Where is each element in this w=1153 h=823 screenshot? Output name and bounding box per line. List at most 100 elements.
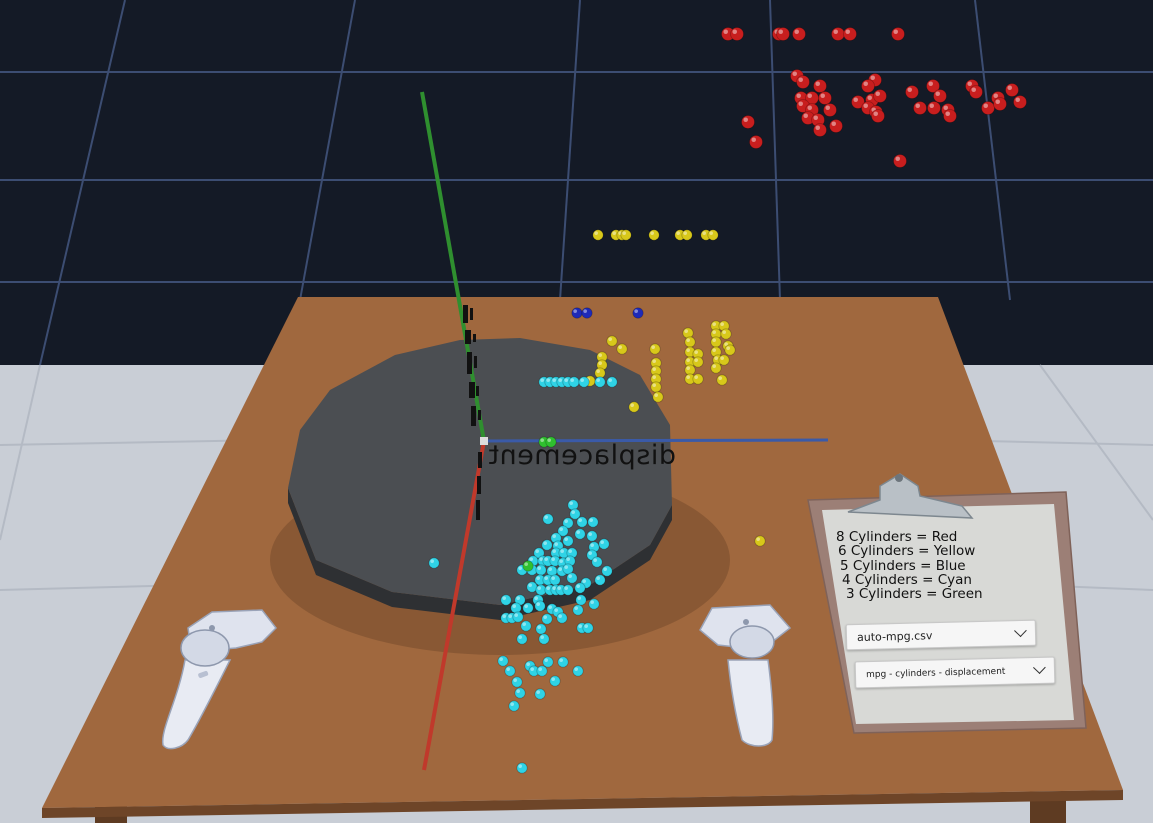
point-highlight xyxy=(516,689,520,693)
clipboard xyxy=(807,473,1087,734)
cyan-data-point xyxy=(566,572,578,584)
point-highlight xyxy=(499,657,503,661)
point-highlight xyxy=(568,574,572,578)
point-highlight xyxy=(588,532,592,536)
point-highlight xyxy=(590,600,594,604)
axes-dropdown[interactable]: mpg - cylinders - displacement xyxy=(854,656,1056,689)
point-highlight xyxy=(506,667,510,671)
point-highlight xyxy=(676,231,680,235)
cyan-data-point xyxy=(587,516,599,528)
point-highlight xyxy=(686,338,690,342)
point-highlight xyxy=(546,586,550,590)
point-highlight xyxy=(530,667,534,671)
point-highlight xyxy=(578,624,582,628)
point-highlight xyxy=(536,690,540,694)
point-highlight xyxy=(583,309,587,313)
point-highlight xyxy=(594,231,598,235)
dataset-dropdown[interactable]: auto-mpg.csv xyxy=(845,619,1037,651)
point-highlight xyxy=(552,549,556,553)
point-highlight xyxy=(694,358,698,362)
point-highlight xyxy=(544,557,548,561)
yellow-data-point xyxy=(652,391,664,403)
point-highlight xyxy=(537,625,541,629)
point-highlight xyxy=(558,567,562,571)
cyan-data-point xyxy=(568,376,580,388)
point-highlight xyxy=(714,356,718,360)
point-highlight xyxy=(502,614,506,618)
point-highlight xyxy=(570,378,574,382)
red-data-point xyxy=(861,79,875,93)
point-highlight xyxy=(853,97,858,102)
cyan-data-point xyxy=(576,516,588,528)
point-highlight xyxy=(870,75,875,80)
cyan-data-point xyxy=(497,655,509,667)
point-highlight xyxy=(915,103,920,108)
point-highlight xyxy=(935,91,940,96)
point-highlight xyxy=(807,93,812,98)
point-highlight xyxy=(508,614,512,618)
point-highlight xyxy=(574,606,578,610)
point-highlight xyxy=(537,566,541,570)
vr-scene xyxy=(0,0,1153,823)
point-highlight xyxy=(589,518,593,522)
point-highlight xyxy=(718,376,722,380)
yellow-data-point xyxy=(628,401,640,413)
legend-line-4-cylinders: 4 Cylinders = Cyan xyxy=(842,571,972,588)
legend-line-5-cylinders: 5 Cylinders = Blue xyxy=(840,557,966,574)
point-highlight xyxy=(943,105,948,110)
cyan-data-point xyxy=(572,665,584,677)
legend-line-6-cylinders: 6 Cylinders = Yellow xyxy=(838,543,976,560)
point-highlight xyxy=(559,527,563,531)
yellow-data-point xyxy=(616,343,628,355)
point-highlight xyxy=(983,103,988,108)
point-highlight xyxy=(929,103,934,108)
point-highlight xyxy=(652,383,656,387)
cyan-data-point xyxy=(606,376,618,388)
point-highlight xyxy=(743,117,748,122)
point-highlight xyxy=(732,29,737,34)
red-data-point xyxy=(831,27,845,41)
cyan-data-point xyxy=(549,675,561,687)
red-data-point xyxy=(829,119,843,133)
point-highlight xyxy=(584,624,588,628)
blue-data-point xyxy=(632,307,644,319)
point-highlight xyxy=(551,557,555,561)
point-highlight xyxy=(574,667,578,671)
yellow-data-point xyxy=(649,343,661,355)
point-highlight xyxy=(502,596,506,600)
point-highlight xyxy=(576,530,580,534)
point-highlight xyxy=(712,330,716,334)
red-data-point xyxy=(776,27,790,41)
point-highlight xyxy=(807,105,812,110)
point-highlight xyxy=(596,369,600,373)
yellow-data-point xyxy=(710,336,722,348)
cyan-data-point xyxy=(428,557,440,569)
red-data-point xyxy=(843,27,857,41)
point-highlight xyxy=(598,361,602,365)
point-highlight xyxy=(593,558,597,562)
point-highlight xyxy=(652,375,656,379)
cyan-data-point xyxy=(520,620,532,632)
point-highlight xyxy=(726,346,730,350)
cyan-data-point xyxy=(588,598,600,610)
point-highlight xyxy=(608,337,612,341)
point-highlight xyxy=(558,614,562,618)
point-highlight xyxy=(622,231,626,235)
point-highlight xyxy=(798,101,803,106)
point-highlight xyxy=(564,378,568,382)
point-highlight xyxy=(720,356,724,360)
point-highlight xyxy=(702,231,706,235)
point-highlight xyxy=(634,309,638,313)
point-highlight xyxy=(995,99,1000,104)
point-highlight xyxy=(578,518,582,522)
cyan-data-point xyxy=(591,556,603,568)
point-highlight xyxy=(712,348,716,352)
cyan-data-point xyxy=(541,613,553,625)
red-data-point xyxy=(927,101,941,115)
point-highlight xyxy=(564,537,568,541)
point-highlight xyxy=(712,364,716,368)
cyan-data-point xyxy=(542,656,554,668)
point-highlight xyxy=(630,403,634,407)
point-highlight xyxy=(794,29,799,34)
yellow-data-point xyxy=(692,356,704,368)
